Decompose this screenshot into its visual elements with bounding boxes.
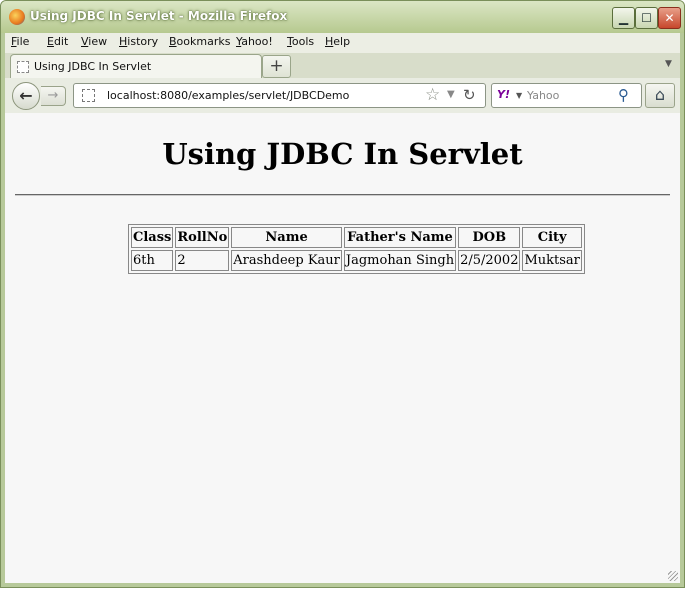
back-button[interactable]: ← [12,82,40,110]
table-cell: Arashdeep Kaur [231,250,342,271]
menu-yahoo[interactable]: Yahoo! [236,35,273,48]
tab-active[interactable]: Using JDBC In Servlet [10,54,262,79]
menu-label: elp [333,35,351,48]
menu-label: ile [16,35,30,48]
window-title: Using JDBC In Servlet - Mozilla Firefox [30,9,288,23]
student-table: Class RollNo Name Father's Name DOB City… [128,224,585,274]
table-cell: 2 [175,250,230,271]
url-text[interactable]: localhost:8080/examples/servlet/JDBCDemo [107,89,349,102]
page-heading: Using JDBC In Servlet [162,137,523,171]
title-bar[interactable]: Using JDBC In Servlet - Mozilla Firefox … [1,1,684,33]
menu-label: dit [53,35,69,48]
menu-label: istory [127,35,159,48]
menu-help[interactable]: Help [325,35,350,48]
table-header-row: Class RollNo Name Father's Name DOB City [131,227,582,248]
browser-window: Using JDBC In Servlet - Mozilla Firefox … [0,0,685,588]
url-bar[interactable]: localhost:8080/examples/servlet/JDBCDemo… [73,83,486,108]
tab-strip: Using JDBC In Servlet + ▼ [5,53,680,79]
table-cell: Jagmohan Singh [343,250,457,271]
horizontal-rule [15,194,670,196]
menu-accel: E [47,35,54,48]
menu-label: ookmarks [176,35,231,48]
table-cell: 2/5/2002 [458,250,521,271]
menu-accel: B [169,35,177,48]
menu-label: iew [88,35,108,48]
new-tab-button[interactable]: + [262,55,291,78]
minimize-button[interactable]: ▁ [612,7,635,29]
maximize-button[interactable]: ☐ [635,7,658,29]
resize-grip-icon[interactable] [668,571,678,581]
column-header: Class [131,227,174,248]
menu-history[interactable]: History [119,35,158,48]
table-row: 6th 2 Arashdeep Kaur Jagmohan Singh 2/5/… [131,250,582,271]
bookmark-star-icon[interactable]: ☆ [425,85,440,105]
table-cell: Muktsar [522,250,582,271]
page-content: Using JDBC In Servlet Class RollNo Name … [5,113,680,583]
search-bar[interactable]: Y! ▼ Yahoo ⚲ [491,83,642,108]
tab-list-icon[interactable]: ▼ [665,59,672,69]
forward-button[interactable]: → [41,86,66,106]
menu-view[interactable]: View [81,35,107,48]
reload-icon[interactable]: ↻ [463,86,476,104]
menu-file[interactable]: File [11,35,29,48]
tab-title: Using JDBC In Servlet [34,60,152,73]
column-header: RollNo [175,227,230,248]
yahoo-icon[interactable]: Y! [497,88,510,101]
column-header: City [522,227,582,248]
navigation-toolbar: ← → localhost:8080/examples/servlet/JDBC… [5,78,680,114]
site-identity-icon[interactable] [82,89,95,102]
history-dropdown-icon[interactable]: ▼ [447,89,455,100]
page-icon [17,61,29,73]
menu-label: ools [291,35,315,48]
menu-bar: File Edit View History Bookmarks Yahoo! … [5,33,680,53]
search-engine-dropdown-icon[interactable]: ▼ [516,91,522,100]
search-input[interactable]: Yahoo [527,89,559,102]
table-cell: 6th [131,250,174,271]
menu-bookmarks[interactable]: Bookmarks [169,35,230,48]
column-header: DOB [458,227,521,248]
menu-edit[interactable]: Edit [47,35,68,48]
menu-tools[interactable]: Tools [287,35,314,48]
search-icon[interactable]: ⚲ [618,86,629,104]
home-button[interactable]: ⌂ [645,83,675,108]
column-header: Father's Name [343,227,457,248]
column-header: Name [231,227,342,248]
firefox-icon [9,9,25,25]
menu-label: ahoo! [241,35,273,48]
close-button[interactable]: ✕ [658,7,681,29]
